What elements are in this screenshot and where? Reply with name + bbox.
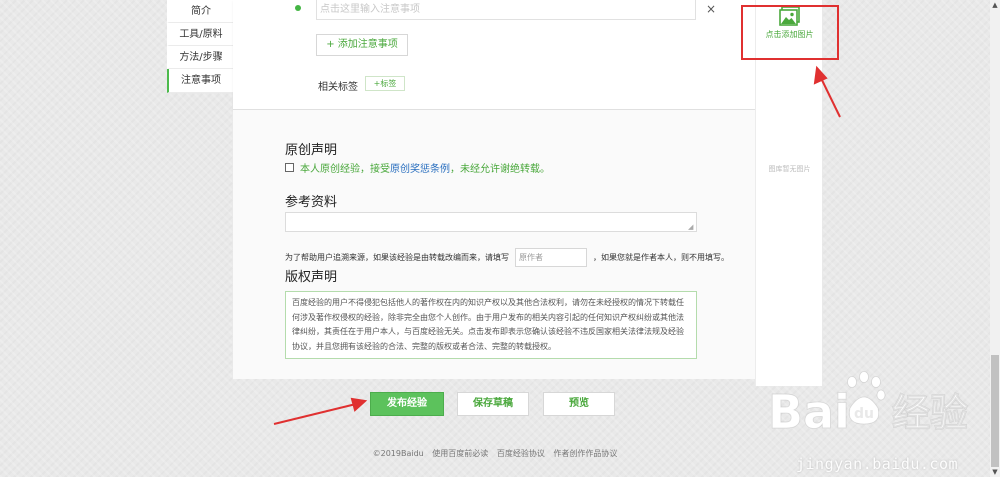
reward-rules-link[interactable]: 原创奖惩条例 [390, 160, 450, 175]
page-scrollbar[interactable]: ▲ ▼ [990, 0, 1000, 477]
main-panel: × + 添加注意事项 相关标签 +标签 原创声明 本人原创经验，接受 原创奖惩条… [233, 0, 755, 379]
nav-item-steps[interactable]: 方法/步骤 [167, 46, 233, 69]
footer-link-agreement[interactable]: 百度经验协议 [497, 449, 545, 458]
notes-editor: × + 添加注意事项 相关标签 +标签 [233, 0, 755, 110]
add-note-button[interactable]: + 添加注意事项 [316, 34, 408, 56]
save-draft-button[interactable]: 保存草稿 [457, 392, 529, 416]
scroll-thumb[interactable] [991, 355, 999, 467]
copyright-text: 百度经验的用户不得侵犯包括他人的著作权在内的知识产权以及其他合法权利，请勿在未经… [285, 291, 697, 359]
copyright-title: 版权声明 [285, 270, 338, 285]
add-tag-button[interactable]: +标签 [365, 76, 405, 91]
note-input[interactable] [316, 0, 696, 20]
close-icon[interactable]: × [706, 2, 716, 16]
original-title: 原创声明 [285, 143, 338, 158]
footer-copyright: ©2019Baidu [372, 449, 424, 458]
image-sidebar: 点击添加图片 图库暂无图片 [755, 0, 822, 386]
scroll-up-icon[interactable]: ▲ [990, 0, 1000, 10]
nav-item-notes[interactable]: 注意事项 [167, 69, 233, 93]
reference-textarea[interactable] [285, 212, 697, 232]
footer-link-author-agreement[interactable]: 作者创作作品协议 [553, 449, 617, 458]
watermark-brand: Bai [768, 385, 850, 439]
left-nav: 简介 工具/原料 方法/步骤 注意事项 [167, 0, 233, 93]
original-text-after: ，未经允许谢绝转载。 [450, 164, 550, 175]
add-image-button[interactable]: 点击添加图片 [761, 6, 818, 50]
watermark-brand-suffix: 经验 [892, 391, 968, 435]
add-image-label: 点击添加图片 [765, 30, 814, 39]
publish-button[interactable]: 发布经验 [370, 392, 444, 416]
checkbox-icon[interactable] [285, 163, 294, 172]
nav-item-intro[interactable]: 简介 [167, 0, 233, 23]
source-row: 为了帮助用户追溯来源，如果该经验是由转载改编而来，请填写 ，如果您就是作者本人，… [285, 248, 729, 267]
original-text-before: 本人原创经验，接受 [300, 164, 390, 175]
image-icon [778, 6, 800, 26]
preview-button[interactable]: 预览 [543, 392, 615, 416]
arrow-icon [273, 397, 368, 425]
source-text-before: 为了帮助用户追溯来源，如果该经验是由转载改编而来，请填写 [285, 253, 509, 262]
footer: ©2019Baidu 使用百度前必读 百度经验协议 作者创作作品协议 [0, 448, 990, 459]
svg-text:du: du [854, 406, 874, 422]
original-statement: 本人原创经验，接受 原创奖惩条例 ，未经允许谢绝转载。 [285, 160, 550, 175]
footer-link-guide[interactable]: 使用百度前必读 [432, 449, 488, 458]
nav-item-tools[interactable]: 工具/原料 [167, 23, 233, 46]
scroll-down-icon[interactable]: ▼ [990, 467, 1000, 477]
resize-grip-icon[interactable]: ◢ [688, 224, 693, 231]
bullet-dot-icon [295, 5, 301, 11]
source-text-after: ，如果您就是作者本人，则不用填写。 [593, 253, 729, 262]
declarations-section: 原创声明 本人原创经验，接受 原创奖惩条例 ，未经允许谢绝转载。 参考资料 ◢ … [233, 110, 755, 379]
reference-title: 参考资料 [285, 195, 338, 210]
tags-label: 相关标签 [318, 82, 358, 93]
author-input[interactable] [515, 248, 587, 267]
no-image-text: 图库暂无图片 [768, 165, 811, 173]
paw-icon: du [847, 371, 886, 425]
